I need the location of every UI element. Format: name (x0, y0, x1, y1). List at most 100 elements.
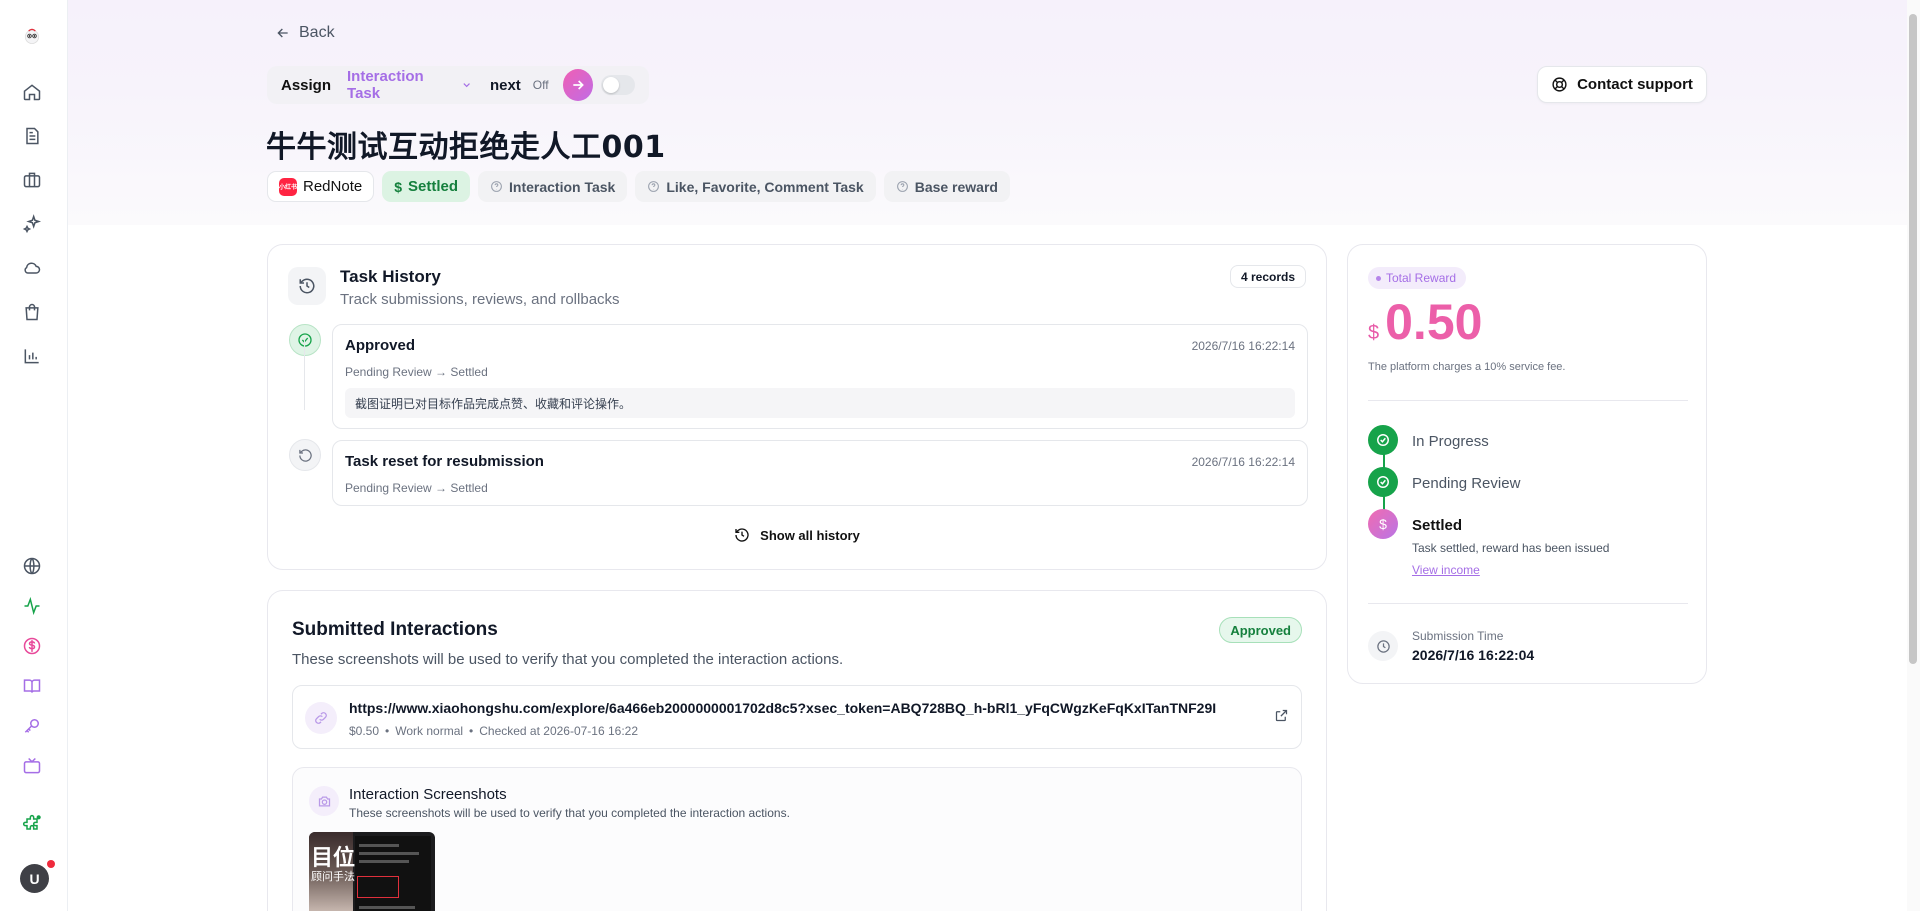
check-circle-icon (1368, 425, 1398, 455)
shopping-bag-icon[interactable] (20, 300, 44, 324)
thumbnail-line (359, 906, 415, 909)
lifebuoy-icon (1552, 77, 1567, 92)
step-label: In Progress (1412, 433, 1489, 450)
help-circle-icon (491, 181, 502, 192)
records-badge: 4 records (1229, 265, 1306, 288)
history-title: Task History (340, 267, 441, 286)
arrow-left-icon (277, 28, 288, 38)
history-item-note: 截图证明已对目标作品完成点赞、收藏和评论操作。 (345, 388, 1295, 418)
work-state: Work normal (395, 724, 464, 738)
notification-dot (47, 860, 55, 868)
thumbnail-line (359, 844, 399, 847)
submission-time-label: Submission Time (1412, 629, 1504, 643)
history-item-flow: Pending Review → Settled (345, 365, 488, 379)
history-item-flow: Pending Review → Settled (345, 481, 488, 495)
thumbnail-text: 顾问手法 (311, 870, 355, 883)
interactions-subtitle: These screenshots will be used to verify… (292, 651, 844, 668)
platform-label: RedNote (303, 178, 363, 195)
cloud-icon[interactable] (20, 256, 44, 280)
puzzle-icon[interactable] (20, 812, 44, 836)
submitted-link-url[interactable]: https://www.xiaohongshu.com/explore/6a46… (349, 700, 1259, 716)
status-tag: $ Settled (382, 171, 471, 202)
back-link[interactable]: Back (275, 24, 335, 42)
history-item: Task reset for resubmission 2026/7/16 16… (332, 440, 1308, 506)
globe-icon[interactable] (20, 554, 44, 578)
step-label-current: Settled (1412, 517, 1463, 534)
auto-next-state: Off (532, 78, 549, 92)
rednote-logo-icon: 小红书 (279, 177, 297, 196)
task-type-select[interactable]: Interaction Task (347, 68, 472, 102)
actions-label: Like, Favorite, Comment Task (666, 178, 864, 195)
history-item-time: 2026/7/16 16:22:14 (1191, 455, 1295, 469)
timeline-line (304, 338, 305, 410)
arrow-right-icon (573, 80, 584, 90)
auto-next-toggle[interactable] (600, 75, 635, 95)
thumbnail-line (359, 860, 409, 863)
sidebar: U (0, 0, 68, 911)
reward-card: Total Reward $ 0.50 The platform charges… (1347, 244, 1707, 684)
task-type-tag: Interaction Task (478, 171, 628, 202)
history-icon (288, 267, 326, 305)
task-type-label: Interaction Task (509, 178, 616, 195)
contact-support-label: Contact support (1577, 76, 1693, 93)
view-income-link[interactable]: View income (1412, 563, 1480, 577)
camera-icon (309, 786, 339, 816)
chevron-down-icon (463, 83, 470, 88)
assign-bar: Assign Interaction Task next Off (267, 66, 649, 104)
checked-time: Checked at 2026-07-16 16:22 (479, 724, 639, 738)
clock-icon (1368, 631, 1398, 661)
help-circle-icon (896, 181, 908, 192)
meta-separator: • (469, 724, 474, 738)
bar-chart-icon[interactable] (20, 344, 44, 368)
check-circle-icon (1368, 467, 1398, 497)
next-label: next (489, 76, 521, 94)
divider (1368, 400, 1688, 401)
divider (1368, 603, 1688, 604)
dollar-icon[interactable] (20, 634, 44, 658)
help-circle-icon (648, 181, 660, 192)
interactions-title: Submitted Interactions (292, 619, 498, 640)
step-label: Pending Review (1412, 475, 1521, 492)
activity-icon[interactable] (20, 594, 44, 618)
platform-tag: 小红书 RedNote (267, 171, 375, 202)
check-circle-icon (289, 324, 321, 356)
link-amount: $0.50 (349, 724, 380, 738)
currency-symbol: $ (1368, 322, 1380, 344)
page-title: 牛牛测试互动拒绝走人工001 (266, 130, 666, 165)
document-icon[interactable] (20, 124, 44, 148)
dollar-icon: $ (1368, 509, 1398, 539)
history-icon (735, 528, 749, 542)
show-all-history-button[interactable]: Show all history (268, 527, 1326, 543)
meta-separator: • (385, 724, 390, 738)
briefcase-icon[interactable] (20, 168, 44, 192)
book-icon[interactable] (20, 674, 44, 698)
badge-dot (1376, 275, 1381, 281)
task-tags: 小红书 RedNote $ Settled Interaction Task L… (267, 171, 1010, 202)
dollar-icon: $ (394, 178, 402, 195)
logo-icon[interactable] (20, 24, 44, 48)
home-icon[interactable] (20, 80, 44, 104)
status-badge: Approved (1219, 617, 1302, 643)
interaction-screenshots: Interaction Screenshots These screenshot… (292, 767, 1302, 911)
fee-note: The platform charges a 10% service fee. (1368, 361, 1566, 373)
contact-support-button[interactable]: Contact support (1537, 66, 1707, 103)
total-reward-label: Total Reward (1386, 271, 1457, 285)
screenshots-title: Interaction Screenshots (349, 786, 507, 803)
thumbnail-panel (355, 836, 431, 911)
step-description: Task settled, reward has been issued (1412, 541, 1610, 555)
main-content: Back Assign Interaction Task next Off Co… (0, 0, 1920, 911)
link-meta: $0.50 • Work normal • Checked at 2026-07… (349, 724, 638, 738)
avatar[interactable]: U (20, 864, 49, 893)
screenshot-thumbnail[interactable]: 目位 顾问手法 (309, 832, 435, 911)
external-link-icon[interactable] (1274, 708, 1289, 728)
tv-icon[interactable] (20, 754, 44, 778)
avatar-letter: U (29, 870, 40, 887)
reward-type-tag: Base reward (883, 171, 1010, 202)
sparkles-icon[interactable] (20, 212, 44, 236)
key-icon[interactable] (20, 714, 44, 738)
next-task-button[interactable] (562, 69, 593, 101)
history-item: Approved 2026/7/16 16:22:14 Pending Revi… (332, 324, 1308, 429)
submission-time-value: 2026/7/16 16:22:04 (1412, 647, 1535, 663)
history-item-title: Approved (345, 337, 416, 354)
total-reward-badge: Total Reward (1368, 267, 1467, 289)
